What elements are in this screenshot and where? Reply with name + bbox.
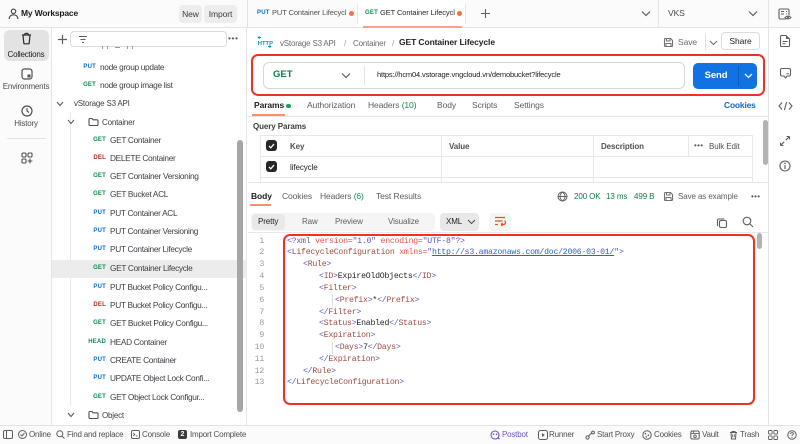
svg-text:HTTP: HTTP <box>258 41 273 47</box>
